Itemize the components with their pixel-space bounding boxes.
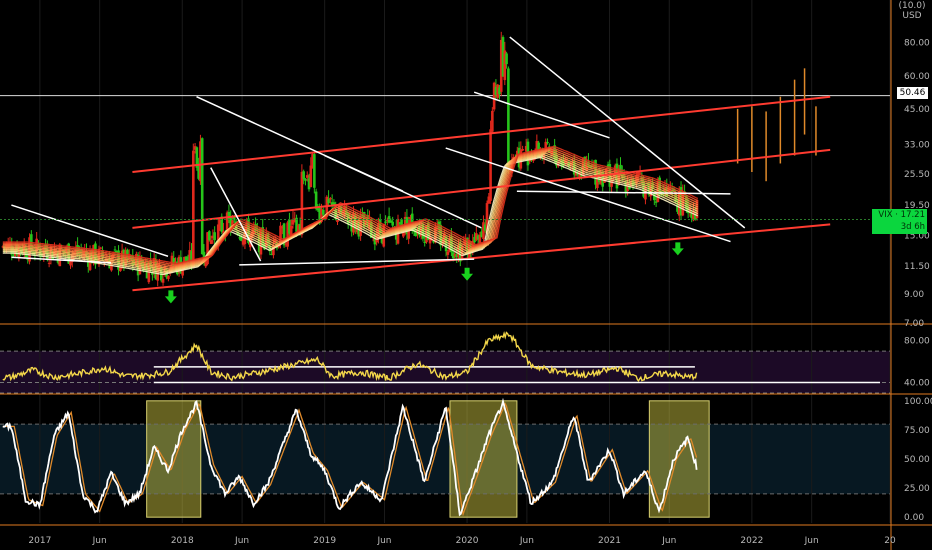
- candle-body: [492, 82, 496, 110]
- buy-arrow-icon: [671, 242, 684, 256]
- candle-body: [546, 141, 549, 143]
- price-axis-tick: 80.00: [904, 39, 930, 49]
- oscillator-band-background: [0, 424, 890, 494]
- time-axis-tick: 2017: [28, 536, 51, 546]
- price-axis-tick: 25.50: [904, 170, 930, 180]
- price-axis-tick: 7.00: [904, 319, 924, 329]
- candle-body: [192, 150, 195, 267]
- candle-body: [304, 178, 307, 181]
- candle-body: [309, 165, 313, 188]
- vix-last-price-tag: VIX · 17.21 3d 6h: [872, 209, 927, 234]
- candle-body: [507, 68, 510, 169]
- vix-countdown-label: 3d 6h: [900, 222, 925, 232]
- time-axis-tick: Jun: [92, 536, 107, 546]
- candle-body: [329, 198, 332, 200]
- candle-body: [99, 247, 103, 249]
- price-axis-tick: 11.50: [904, 262, 930, 272]
- time-axis-tick: Jun: [519, 536, 534, 546]
- unit-line-2: USD: [902, 11, 922, 21]
- chart-canvas[interactable]: 80.0060.0045.0033.0025.5019.5015.0011.50…: [0, 0, 932, 550]
- candle-body: [391, 221, 394, 226]
- chart-window: 80.00 60.00 45.00 33.00 25.50 19.50 15.00 11.50…: [0, 0, 932, 550]
- time-axis-tick: 20: [884, 536, 896, 546]
- vix-candles: [1, 31, 699, 287]
- oscillator-axis-tick: 50.00: [904, 455, 930, 465]
- price-axis-tick: 9.00: [904, 290, 924, 300]
- trend-line: [473, 91, 610, 139]
- oscillator-axis-tick: 0.00: [904, 513, 924, 523]
- rsi-band-background: [0, 351, 890, 393]
- trend-line: [516, 190, 731, 195]
- highlight-box: [146, 400, 202, 518]
- candle-body: [489, 129, 492, 201]
- rsi-axis-tick: 40.00: [904, 379, 930, 389]
- time-axis-tick: Jun: [661, 536, 676, 546]
- time-axis-tick: Jun: [804, 536, 819, 546]
- candle-body: [313, 154, 316, 188]
- candle-body: [213, 232, 216, 241]
- time-axis-tick: 2022: [740, 536, 763, 546]
- buy-arrow-icon: [164, 290, 177, 304]
- time-axis-tick: 2019: [313, 536, 336, 546]
- currency-header: (10.0) USD: [895, 1, 929, 21]
- vix-price-label: VIX · 17.21: [878, 210, 925, 220]
- unit-line-1: (10.0): [898, 1, 926, 11]
- time-axis-tick: 2018: [171, 536, 194, 546]
- candle-body: [113, 249, 117, 251]
- buy-arrow-icon: [461, 267, 474, 281]
- candle-body: [200, 138, 204, 255]
- trend-line: [509, 36, 746, 229]
- candle-body: [167, 276, 170, 279]
- candle-body: [302, 171, 305, 180]
- price-axis-tick: 45.00: [904, 105, 930, 115]
- oscillator-axis-tick: 100.00: [904, 397, 932, 407]
- candle-body: [209, 240, 213, 244]
- time-axis-tick: 2020: [456, 536, 479, 546]
- price-level-value: 50.46: [899, 88, 926, 98]
- oscillator-axis-tick: 25.00: [904, 484, 930, 494]
- candle-body: [300, 171, 304, 235]
- time-axis-tick: 2021: [598, 536, 621, 546]
- candle-body: [321, 209, 325, 215]
- candle-body: [384, 221, 387, 223]
- candle-body: [505, 53, 508, 65]
- candle-body: [521, 148, 524, 151]
- candle-body: [638, 172, 642, 174]
- price-axis-tick: 33.00: [904, 141, 930, 151]
- time-axis-tick: Jun: [234, 536, 249, 546]
- candle-body: [161, 278, 165, 283]
- oscillator-axis-tick: 75.00: [904, 426, 930, 436]
- candle-body: [305, 175, 309, 178]
- price-level-tag: 50.46: [897, 87, 928, 99]
- candle-body: [327, 198, 330, 204]
- price-axis-tick: 60.00: [904, 72, 930, 82]
- candle-body: [47, 262, 51, 264]
- candle-body: [208, 231, 211, 241]
- candle-body: [446, 251, 450, 255]
- time-axis-tick: Jun: [376, 536, 391, 546]
- rsi-axis-tick: 80.00: [904, 337, 930, 347]
- candle-body: [491, 110, 494, 132]
